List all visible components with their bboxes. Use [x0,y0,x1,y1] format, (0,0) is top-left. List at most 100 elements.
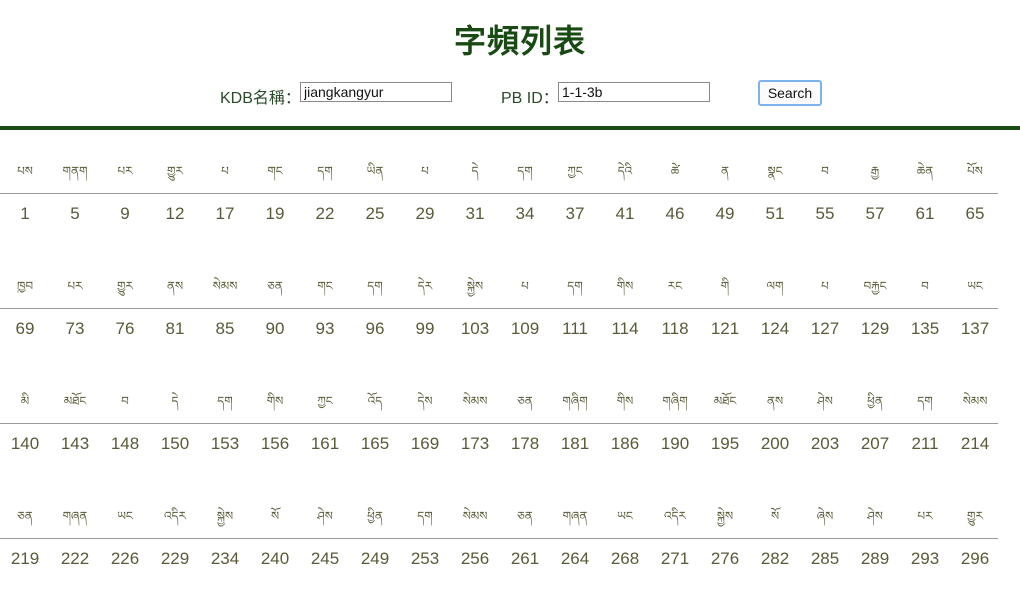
count-cell: 22 [315,204,335,223]
word-cell: ཅན [517,509,533,523]
search-button[interactable]: Search [758,80,822,106]
word-cell: དེར [417,279,433,293]
count-cell: 195 [710,434,740,453]
word-cell: པོས [967,164,983,178]
word-cell: ཕྱིན [867,394,883,408]
count-cell: 229 [160,549,190,568]
word-cell: ཤེས [317,509,333,523]
word-cell: པར [917,509,933,523]
kdb-label: KDB名稱： [220,90,301,107]
word-row: མི མཐོང བ དེ དག གིས ཀྱང འོད དེས སེམས ཅན གཞིག གིས གཞིག… [0,390,998,416]
count-cell: 264 [560,549,590,568]
count-cell: 178 [510,434,540,453]
count-cell: 289 [860,549,890,568]
page-title: 字頻列表 [453,22,586,60]
word-cell: ཡིན [366,164,384,178]
count-cell: 256 [460,549,490,568]
count-cell: 81 [165,319,185,338]
word-cell: དེའི [617,164,633,178]
count-cell: 46 [665,204,685,223]
count-cell: 96 [365,319,385,338]
word-cell: གང [317,279,333,293]
count-cell: 296 [960,549,990,568]
count-cell: 219 [10,549,40,568]
count-cell: 29 [415,204,435,223]
row-separator [0,308,998,309]
word-cell: ཡང [967,279,983,293]
word-cell: ཚེ [670,164,680,178]
count-cell: 143 [60,434,90,453]
count-cell: 211 [911,434,939,453]
count-cell: 148 [110,434,140,453]
word-cell: དེ [471,164,479,178]
word-cell: གཞན [562,509,588,523]
count-cell: 31 [465,204,485,223]
word-cell: སོ [270,509,280,523]
count-cell: 268 [610,549,640,568]
word-cell: སོ [770,509,780,523]
word-cell: ཡང [617,509,633,523]
word-cell: ལག [766,279,784,293]
header-divider [0,126,1020,130]
count-cell: 173 [460,434,490,453]
word-cell: སེམས [462,394,488,408]
word-cell: སྐྱེས [216,509,234,523]
count-cell: 103 [460,319,490,338]
count-cell: 19 [265,204,285,223]
count-cell: 121 [710,319,740,338]
word-cell: པ [521,279,529,293]
word-cell: དག [567,279,583,293]
word-cell: གནག [62,164,88,178]
count-cell: 271 [660,549,690,568]
count-cell: 109 [510,319,540,338]
count-cell: 129 [860,319,890,338]
kdb-name-input[interactable] [300,82,452,102]
word-cell: དག [517,164,533,178]
word-cell: སྣང [767,164,783,178]
word-cell: གྱུར [167,164,183,178]
word-cell: གཞིག [662,394,688,408]
pb-id-label: PB ID： [501,90,559,107]
word-cell: པ [421,164,429,178]
word-cell: པ [821,279,829,293]
row-separator [0,193,998,194]
word-cell: གཞིག [562,394,588,408]
count-row: 219 222 226 229 234 240 245 249 253 256 261 264 268 2… [0,546,998,572]
pb-id-input[interactable] [558,82,710,102]
word-cell: དག [367,279,383,293]
count-cell: 57 [865,204,885,223]
word-cell: གྱུར [117,279,133,293]
count-cell: 9 [120,204,130,223]
word-cell: དག [317,164,333,178]
word-cell: ནས [766,394,784,408]
count-cell: 1 [20,204,30,223]
count-cell: 73 [65,319,85,338]
word-cell: གི [720,279,730,293]
count-cell: 240 [260,549,290,568]
count-cell: 25 [365,204,385,223]
word-cell: ན [720,164,729,178]
word-cell: གྱུར [967,509,983,523]
word-cell: བརྐྱང [863,279,887,293]
word-cell: ཁྱབ [16,279,34,293]
word-cell: འོད [367,394,383,408]
count-cell: 127 [810,319,840,338]
count-cell: 153 [210,434,240,453]
word-cell: པས [17,164,33,178]
count-cell: 169 [410,434,440,453]
word-cell: བ [821,164,829,178]
word-cell: རྒྱ [870,164,880,178]
count-cell: 124 [760,319,790,338]
count-row: 69 73 76 81 85 90 93 96 99 103 109 111 114 118 121 124 1… [0,316,998,342]
word-cell: ཤེས [817,394,833,408]
word-cell: གཞན [62,509,88,523]
count-cell: 111 [562,319,588,338]
count-cell: 37 [565,204,585,223]
count-cell: 114 [611,319,639,338]
word-cell: སེམས [962,394,988,408]
word-cell: འདིར [664,509,686,523]
word-cell: མཐོང [63,394,87,408]
word-cell: ཀྱང [567,164,583,178]
word-cell: ཞེས [816,509,834,523]
word-cell: ནས [166,279,184,293]
